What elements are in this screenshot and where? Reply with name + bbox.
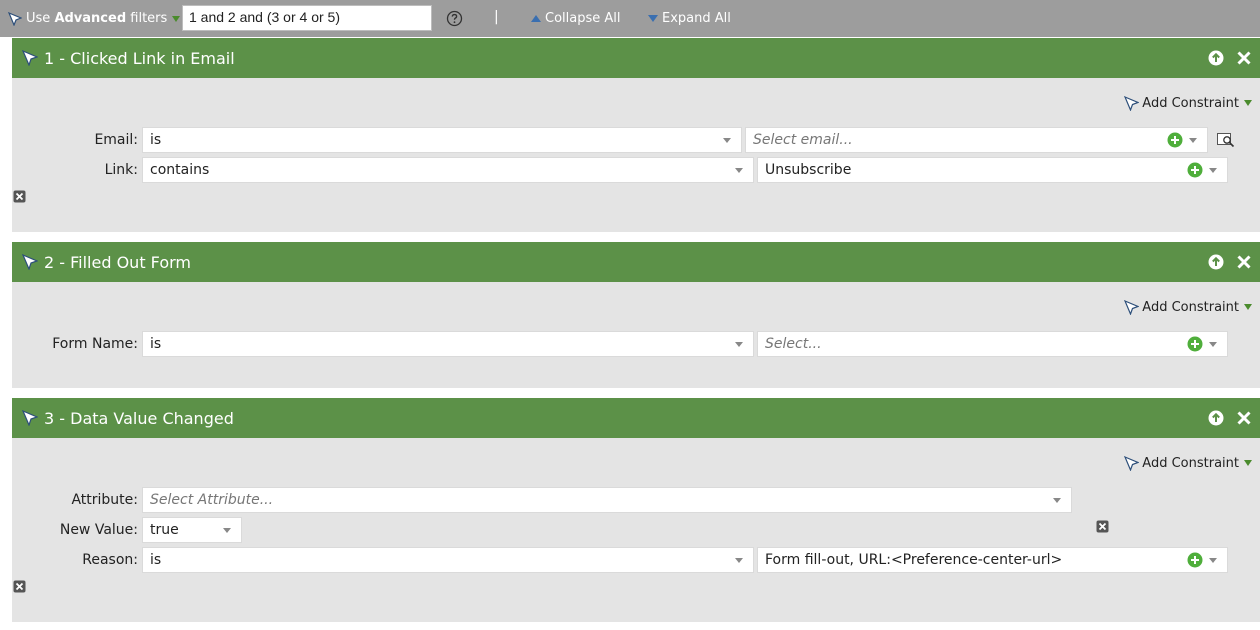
- use-label: Use: [26, 11, 51, 26]
- email-operator-value: is: [150, 132, 162, 148]
- close-icon[interactable]: [1236, 50, 1252, 66]
- add-constraint-button[interactable]: Add Constraint: [1124, 94, 1252, 112]
- chevron-down-icon: [1209, 342, 1217, 347]
- reason-operator-select[interactable]: is: [142, 547, 754, 573]
- close-icon[interactable]: [1236, 410, 1252, 426]
- chevron-down-icon: [735, 558, 743, 563]
- reason-value: Form fill-out, URL:<Preference-center-ur…: [765, 552, 1063, 568]
- move-up-icon[interactable]: [1208, 410, 1224, 426]
- funnel-icon: [22, 254, 38, 270]
- expand-all-label: Expand All: [662, 11, 731, 26]
- filter-panel-3: 3 - Data Value Changed Add Constraint At…: [12, 398, 1260, 622]
- chevron-down-icon: [735, 168, 743, 173]
- collapse-triangle-icon: [531, 15, 541, 22]
- email-label: Email:: [94, 132, 138, 148]
- new-value-value: true: [150, 522, 179, 538]
- link-label: Link:: [104, 162, 138, 178]
- help-icon[interactable]: [446, 10, 463, 27]
- remove-constraint-icon[interactable]: [13, 190, 26, 203]
- filters-label: filters: [130, 11, 168, 26]
- chevron-down-icon: [1053, 498, 1061, 503]
- add-value-icon[interactable]: [1187, 162, 1203, 178]
- chevron-down-icon: [1209, 168, 1217, 173]
- dropdown-arrow-icon: [1244, 100, 1252, 106]
- funnel-icon: [1124, 455, 1140, 471]
- email-operator-select[interactable]: is: [142, 127, 742, 153]
- funnel-icon: [1124, 95, 1140, 111]
- email-placeholder: Select email...: [753, 132, 853, 148]
- panel-title: 3 - Data Value Changed: [44, 408, 234, 428]
- add-value-icon[interactable]: [1187, 336, 1203, 352]
- email-value-select[interactable]: Select email...: [745, 127, 1208, 153]
- form-name-value-select[interactable]: Select...: [757, 331, 1228, 357]
- chevron-down-icon: [723, 138, 731, 143]
- remove-constraint-icon[interactable]: [13, 580, 26, 593]
- filter-logic-input[interactable]: 1 and 2 and (3 or 4 or 5): [182, 5, 432, 31]
- new-value-select[interactable]: true: [142, 517, 242, 543]
- attribute-placeholder: Select Attribute...: [150, 492, 274, 508]
- expand-triangle-icon: [648, 15, 658, 22]
- add-value-icon[interactable]: [1187, 552, 1203, 568]
- add-constraint-label: Add Constraint: [1142, 299, 1239, 315]
- chevron-down-icon: [1209, 558, 1217, 563]
- filter-panel-1: 1 - Clicked Link in Email Add Constraint…: [12, 38, 1260, 232]
- link-operator-value: contains: [150, 162, 210, 178]
- advanced-label: Advanced: [54, 11, 127, 26]
- close-icon[interactable]: [1236, 254, 1252, 270]
- funnel-icon: [22, 410, 38, 426]
- panel-header[interactable]: 1 - Clicked Link in Email: [12, 38, 1260, 78]
- expand-all-button[interactable]: Expand All: [648, 0, 731, 37]
- panel-header[interactable]: 2 - Filled Out Form: [12, 242, 1260, 282]
- add-constraint-button[interactable]: Add Constraint: [1124, 454, 1252, 472]
- funnel-icon: [8, 11, 22, 26]
- chevron-down-icon: [1189, 138, 1197, 143]
- remove-constraint-icon[interactable]: [1096, 520, 1109, 533]
- add-constraint-label: Add Constraint: [1142, 95, 1239, 111]
- reason-value-select[interactable]: Form fill-out, URL:<Preference-center-ur…: [757, 547, 1228, 573]
- new-value-label: New Value:: [59, 522, 138, 538]
- panel-header[interactable]: 3 - Data Value Changed: [12, 398, 1260, 438]
- toolbar-separator: |: [494, 9, 499, 25]
- attribute-label: Attribute:: [71, 492, 138, 508]
- link-operator-select[interactable]: contains: [142, 157, 754, 183]
- form-name-operator-value: is: [150, 336, 162, 352]
- move-up-icon[interactable]: [1208, 254, 1224, 270]
- chevron-down-icon: [735, 342, 743, 347]
- collapse-all-button[interactable]: Collapse All: [531, 0, 621, 37]
- funnel-icon: [22, 50, 38, 66]
- form-name-operator-select[interactable]: is: [142, 331, 754, 357]
- collapse-all-label: Collapse All: [545, 11, 621, 26]
- add-value-icon[interactable]: [1167, 132, 1183, 148]
- advanced-filters-menu[interactable]: Use Advanced filters: [8, 0, 181, 37]
- reason-label: Reason:: [82, 552, 138, 568]
- reason-operator-value: is: [150, 552, 162, 568]
- form-name-placeholder: Select...: [765, 336, 822, 352]
- link-value: Unsubscribe: [765, 162, 852, 178]
- chevron-down-icon: [223, 528, 231, 533]
- panel-title: 2 - Filled Out Form: [44, 252, 191, 272]
- dropdown-arrow-icon: [1244, 304, 1252, 310]
- form-name-label: Form Name:: [52, 336, 138, 352]
- dropdown-arrow-icon: [1244, 460, 1252, 466]
- funnel-icon: [1124, 299, 1140, 315]
- search-email-icon[interactable]: [1217, 132, 1235, 148]
- filter-panel-2: 2 - Filled Out Form Add Constraint Form …: [12, 242, 1260, 388]
- dropdown-arrow-icon: [172, 15, 181, 22]
- panel-title: 1 - Clicked Link in Email: [44, 48, 235, 68]
- link-value-select[interactable]: Unsubscribe: [757, 157, 1228, 183]
- attribute-select[interactable]: Select Attribute...: [142, 487, 1072, 513]
- move-up-icon[interactable]: [1208, 50, 1224, 66]
- add-constraint-label: Add Constraint: [1142, 455, 1239, 471]
- add-constraint-button[interactable]: Add Constraint: [1124, 298, 1252, 316]
- filter-toolbar: Use Advanced filters 1 and 2 and (3 or 4…: [0, 0, 1260, 37]
